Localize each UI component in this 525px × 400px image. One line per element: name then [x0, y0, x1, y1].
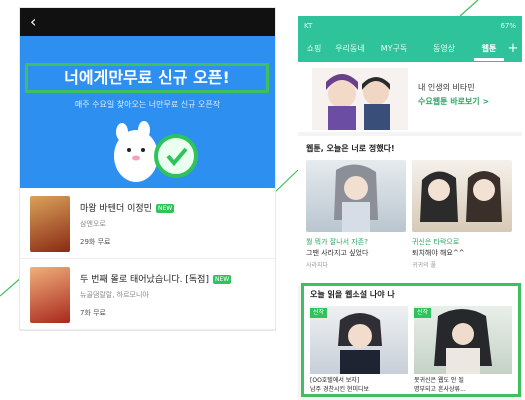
book-row[interactable]: 마왕 바텐더 이정민 NEW 삼엔오로 29화 무료 [20, 188, 275, 259]
hero-banner[interactable]: 너에게만무료 신규 오픈! 매주 수요일 찾아오는 너만무료 신규 오픈작 [20, 36, 275, 188]
tab-shopping[interactable]: 쇼핑 [300, 36, 328, 62]
tab-video[interactable]: 동영상 [416, 36, 472, 62]
top-bar: ‹ [20, 8, 275, 36]
book-row[interactable]: 두 번째 몰로 태어났습니다. [독점] NEW 뉴골댐랄랄, 하르모니아 7화 … [20, 259, 275, 330]
left-phone-screen: ‹ 너에게만무료 신규 오픈! 매주 수요일 찾아오는 너만무료 신규 오픈작 … [20, 8, 275, 330]
webtoon-subtitle: 그땐 사라지고 싶었다 [306, 249, 369, 257]
webtoon-art [334, 164, 378, 232]
active-tab-indicator [474, 58, 504, 61]
webtoon-recommend-section: 웹툰, 오늘은 너로 정했다! 뭘 뭐가 잘나서 자존? 그땐 사라지고 싶었다… [298, 136, 522, 286]
tab-my-subscription[interactable]: MY구독 [372, 36, 416, 62]
banner-illustration [312, 68, 408, 130]
banner-headline: 내 인생의 비타민 [418, 83, 475, 92]
book-cover [30, 196, 70, 252]
hero-title-highlight: 너에게만무료 신규 오픈! [25, 63, 269, 93]
webnovel-section: 오늘 읽을 웹소설 나야 나 신작 [OO호텔에서 보자] 남주 경찬시킨 현미… [301, 283, 521, 397]
webtoon-author: 귀귀의 풀 [412, 262, 436, 269]
book-title: 두 번째 몰로 태어났습니다. [독점] NEW [80, 275, 232, 285]
webtoon-author: 사라지다 [306, 262, 329, 269]
hero-title: 너에게만무료 신규 오픈! [64, 68, 230, 87]
battery-label: 67% [500, 22, 516, 30]
book-author: 뉴골댐랄랄, 하르모니아 [80, 291, 149, 299]
webnovel-subtitle: 명부되고 흔사상류... [414, 386, 466, 393]
book-title: 마왕 바텐더 이정민 NEW [80, 204, 175, 214]
new-badge: 신작 [414, 308, 432, 318]
back-arrow-icon[interactable]: ‹ [30, 12, 46, 32]
promo-banner[interactable]: 내 인생의 비타민 수요웹툰 바로보기 > [298, 62, 522, 132]
webnovel-subtitle: 남주 경찬시킨 현미디보 [310, 386, 370, 393]
section-title: 웹툰, 오늘은 너로 정했다! [306, 144, 395, 153]
new-badge: NEW [212, 275, 232, 284]
section-title: 오늘 읽을 웹소설 나야 나 [310, 290, 395, 299]
book-author: 삼엔오로 [80, 220, 106, 228]
tab-bar: 쇼핑 우리동네 MY구독 동영상 웹툰 + [298, 36, 522, 62]
webtoon-thumbnail[interactable] [306, 160, 406, 232]
new-badge: NEW [155, 204, 175, 213]
webtoon-art [420, 171, 502, 222]
carrier-label: KT [304, 22, 313, 30]
hero-subtitle: 매주 수요일 찾아오는 너만무료 신규 오픈작 [74, 100, 221, 109]
status-bar: KT 67% [298, 16, 522, 36]
book-cover [30, 267, 70, 323]
banner-link[interactable]: 수요웹툰 바로보기 > [418, 96, 518, 108]
mascot-illustration [114, 121, 198, 182]
book-free-count: 7화 무료 [80, 309, 106, 317]
tab-neighborhood[interactable]: 우리동네 [328, 36, 372, 62]
new-badge: 신작 [310, 308, 328, 318]
right-phone-screen: KT 67% 쇼핑 우리동네 MY구독 동영상 웹툰 + 내 인생의 비타민 수… [298, 16, 522, 400]
webtoon-thumbnail[interactable] [412, 160, 512, 232]
book-free-count: 29화 무료 [80, 238, 111, 246]
plus-icon[interactable]: + [504, 36, 522, 62]
webtoon-subtitle: 퇴치해야 해요^^ [412, 249, 465, 257]
